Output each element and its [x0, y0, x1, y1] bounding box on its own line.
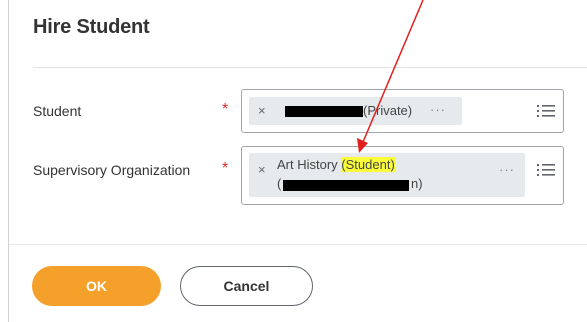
student-value-suffix: (Private) — [363, 103, 413, 118]
student-label: Student — [33, 103, 82, 119]
student-required-marker: * — [222, 101, 229, 118]
student-name-redaction — [285, 106, 363, 117]
supervisory-org-value-prefix: Art History — [277, 157, 342, 172]
supervisory-org-label: Supervisory Organization — [33, 162, 191, 178]
supervisory-org-list-icon[interactable] — [537, 163, 555, 177]
ok-button[interactable]: OK — [32, 266, 161, 306]
supervisory-org-redaction — [283, 180, 409, 191]
supervisory-org-input[interactable]: × Art History (Student) ( n) ··· — [241, 146, 564, 205]
supervisory-org-line2-open: ( — [277, 176, 282, 191]
supervisory-org-selected-pill[interactable]: × Art History (Student) ( n) ··· — [249, 153, 525, 197]
hire-student-dialog: Hire Student Student * × (Private) ··· S… — [0, 0, 587, 322]
student-list-icon[interactable] — [537, 104, 555, 118]
supervisory-org-value-line1: Art History (Student) — [277, 157, 395, 172]
supervisory-org-value-highlight: (Student) — [341, 157, 395, 172]
student-remove-icon[interactable]: × — [258, 103, 266, 118]
title-divider — [33, 67, 587, 68]
cancel-button[interactable]: Cancel — [180, 266, 313, 306]
supervisory-org-required-marker: * — [222, 160, 229, 177]
supervisory-org-more-icon[interactable]: ··· — [499, 162, 515, 177]
student-more-icon[interactable]: ··· — [430, 102, 446, 117]
dialog-left-border — [8, 0, 9, 322]
dialog-title: Hire Student — [33, 16, 150, 38]
supervisory-org-remove-icon[interactable]: × — [258, 162, 266, 177]
student-selected-pill[interactable]: × (Private) ··· — [249, 97, 462, 125]
student-input[interactable]: × (Private) ··· — [241, 89, 564, 133]
supervisory-org-line2-close: n) — [411, 176, 423, 191]
footer-divider — [9, 244, 587, 245]
